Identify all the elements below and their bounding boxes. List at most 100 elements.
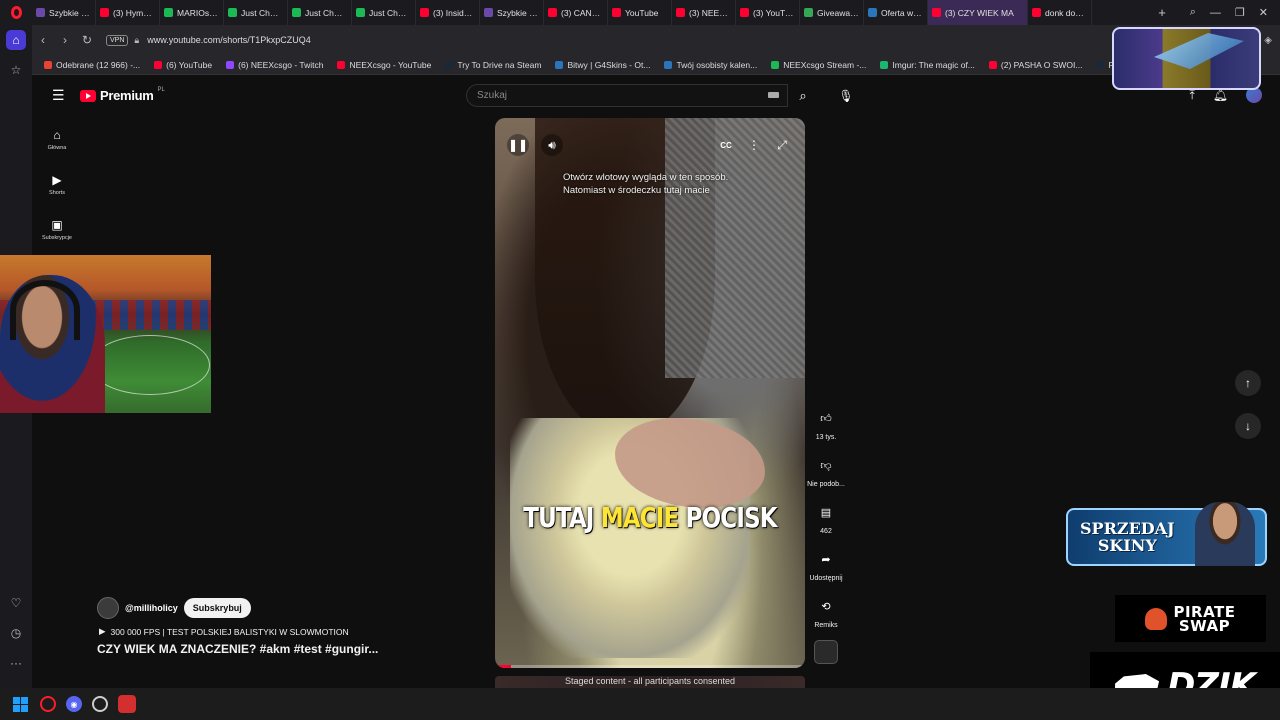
- sidebar-favorites-button[interactable]: ♡: [0, 588, 32, 618]
- maximize-icon[interactable]: ❐: [1235, 6, 1245, 19]
- sprzedaj-line2: SKINY: [1097, 536, 1157, 555]
- guide-menu-icon[interactable]: ☰: [52, 87, 65, 104]
- dislike-button[interactable]: 👎︎ Nie podob...: [806, 452, 846, 499]
- previous-short-button[interactable]: ↑: [1235, 370, 1261, 396]
- channel-avatar[interactable]: [97, 597, 119, 619]
- bookmark-item[interactable]: (6) YouTube: [154, 60, 212, 70]
- comment-icon: ▤: [820, 506, 832, 519]
- sprzedaj-skiny-banner: SPRZEDAJ SKINY: [1066, 502, 1267, 566]
- subscribe-button[interactable]: Subskrybuj: [183, 598, 251, 618]
- mini-guide: ⌂ Główna ▶ Shorts ▣ Subskrypcje: [32, 117, 82, 252]
- bookmark-item[interactable]: NEEXcsgo - YouTube: [337, 60, 431, 70]
- start-button[interactable]: [10, 694, 30, 714]
- search-button[interactable]: ⌕: [788, 84, 818, 107]
- pitch-marking: [90, 335, 210, 395]
- browser-tab[interactable]: (3) CANAL+: [544, 0, 608, 25]
- tab-label: (3) Inside th: [433, 7, 475, 18]
- dislike-label: Nie podob...: [807, 481, 845, 488]
- comments-button[interactable]: ▤ 462: [806, 499, 846, 546]
- search-tabs-icon[interactable]: ⌕: [1190, 6, 1196, 19]
- guide-item-główna[interactable]: ⌂ Główna: [32, 117, 82, 162]
- browser-tab[interactable]: Oferta wym: [864, 0, 928, 25]
- bookmark-item[interactable]: (6) NEEXcsgo - Twitch: [226, 60, 323, 70]
- bookmark-item[interactable]: Try To Drive na Steam: [445, 60, 541, 70]
- more-options-button[interactable]: ⋮: [743, 134, 765, 156]
- bookmark-item[interactable]: Imgur: The magic of...: [880, 60, 975, 70]
- captions-button[interactable]: CC: [715, 134, 737, 156]
- browser-tab[interactable]: Just Chattin: [288, 0, 352, 25]
- taskbar-obs[interactable]: [92, 696, 108, 712]
- close-icon[interactable]: ✕: [1259, 6, 1268, 19]
- bookmark-item[interactable]: Bitwy | G4Skins - Ot...: [555, 60, 650, 70]
- browser-tab[interactable]: Just Chattin: [352, 0, 416, 25]
- bookmark-item[interactable]: Twój osobisty kalen...: [664, 60, 757, 70]
- tab-favicon-icon: [292, 8, 301, 17]
- browser-tab[interactable]: Szybkie wyb: [32, 0, 96, 25]
- new-tab-button[interactable]: +: [1152, 5, 1172, 20]
- next-short-button[interactable]: ↓: [1235, 413, 1261, 439]
- fullscreen-button[interactable]: ⤢: [771, 134, 793, 156]
- caption-line-1: Otwórz wlotowy wygląda w ten sposób.: [563, 172, 729, 183]
- taskbar-discord[interactable]: ◉: [66, 696, 82, 712]
- burned-subtitle: TUTAJ MACIE POCISK: [523, 501, 777, 534]
- search-input[interactable]: [477, 90, 757, 101]
- browser-tab[interactable]: (3) CZY WIEK MA: [928, 0, 1028, 25]
- browser-tab[interactable]: (3) NEEXcs: [672, 0, 736, 25]
- progress-bar[interactable]: [495, 665, 805, 668]
- guide-item-shorts[interactable]: ▶ Shorts: [32, 162, 82, 207]
- sidebar-history-button[interactable]: ◷: [0, 618, 32, 648]
- youtube-logo[interactable]: Premium PL: [80, 86, 165, 103]
- browser-tab[interactable]: Just Chattin: [224, 0, 288, 25]
- vpn-badge[interactable]: VPN: [106, 34, 129, 46]
- voice-search-button[interactable]: 🎙︎: [834, 84, 858, 107]
- channel-handle[interactable]: @milliholicy: [125, 603, 178, 613]
- tab-favicon-icon: [804, 8, 813, 17]
- shield-icon[interactable]: ◈: [1264, 35, 1272, 46]
- remix-button[interactable]: ⟲ Remiks: [806, 593, 846, 640]
- guide-item-subskrypcje[interactable]: ▣ Subskrypcje: [32, 207, 82, 252]
- bookmark-label: (2) PASHA O SWOI...: [1000, 59, 1083, 70]
- subtitle-pre: TUTAJ: [523, 501, 601, 534]
- bell-icon[interactable]: 🔔︎: [1213, 88, 1228, 102]
- browser-tab[interactable]: (3) Hymn lig: [96, 0, 160, 25]
- browser-tab[interactable]: (3) YouTube: [736, 0, 800, 25]
- sidebar-bookmarks-button[interactable]: ☆: [0, 55, 32, 85]
- bookmark-item[interactable]: NEEXcsgo Stream -...: [771, 60, 866, 70]
- pause-icon: ❚❚: [507, 138, 529, 152]
- sound-link[interactable]: ▶ 300 000 FPS | TEST POLSKIEJ BALISTYKI …: [99, 626, 349, 637]
- logo-region: PL: [157, 86, 165, 93]
- volume-button[interactable]: 🔊︎: [541, 134, 563, 156]
- browser-tab[interactable]: Giveawaye: [800, 0, 864, 25]
- back-button[interactable]: ‹: [32, 33, 54, 47]
- subtitle-post: POCISK: [678, 501, 778, 534]
- taskbar-opera[interactable]: [40, 696, 56, 712]
- bookmark-item[interactable]: Odebrane (12 966) -...: [44, 60, 140, 70]
- browser-tab[interactable]: YouTube: [608, 0, 672, 25]
- url-field[interactable]: www.youtube.com/shorts/T1PkxpCZUQ4: [147, 35, 311, 45]
- keyboard-icon[interactable]: [768, 92, 779, 98]
- sound-thumbnail[interactable]: [814, 640, 838, 664]
- tab-label: Giveawaye: [817, 7, 859, 18]
- taskbar-app-red[interactable]: [118, 695, 136, 713]
- like-button[interactable]: 👍︎ 13 tys.: [806, 405, 846, 452]
- tab-favicon-icon: [36, 8, 45, 17]
- short-title[interactable]: CZY WIEK MA ZNACZENIE? #akm #test #gungi…: [97, 642, 378, 656]
- bookmark-favicon-icon: [1096, 60, 1105, 69]
- browser-tab[interactable]: MARIOspzo: [160, 0, 224, 25]
- reload-button[interactable]: ↻: [76, 33, 98, 47]
- sidebar-home-button[interactable]: ⌂: [0, 25, 32, 55]
- forward-button[interactable]: ›: [54, 33, 76, 47]
- share-button[interactable]: ➦ Udostępnij: [806, 546, 846, 593]
- sidebar-more-button[interactable]: ···: [0, 648, 32, 678]
- bookmark-label: (6) YouTube: [166, 59, 213, 70]
- browser-tab[interactable]: (3) Inside th: [416, 0, 480, 25]
- browser-tab[interactable]: donk domin: [1028, 0, 1092, 25]
- minimize-icon[interactable]: —: [1210, 7, 1221, 19]
- browser-tab[interactable]: Szybkie wyb: [480, 0, 544, 25]
- tab-favicon-icon: [1032, 8, 1041, 17]
- shorts-player[interactable]: ❚❚ 🔊︎ CC ⋮ ⤢ Otwórz wlotowy wygląda w te…: [495, 118, 805, 668]
- sprzedaj-text: SPRZEDAJ SKINY: [1080, 520, 1175, 554]
- pause-button[interactable]: ❚❚: [507, 134, 529, 156]
- bookmark-item[interactable]: (2) PASHA O SWOI...: [988, 59, 1083, 70]
- opera-menu-button[interactable]: [0, 0, 32, 25]
